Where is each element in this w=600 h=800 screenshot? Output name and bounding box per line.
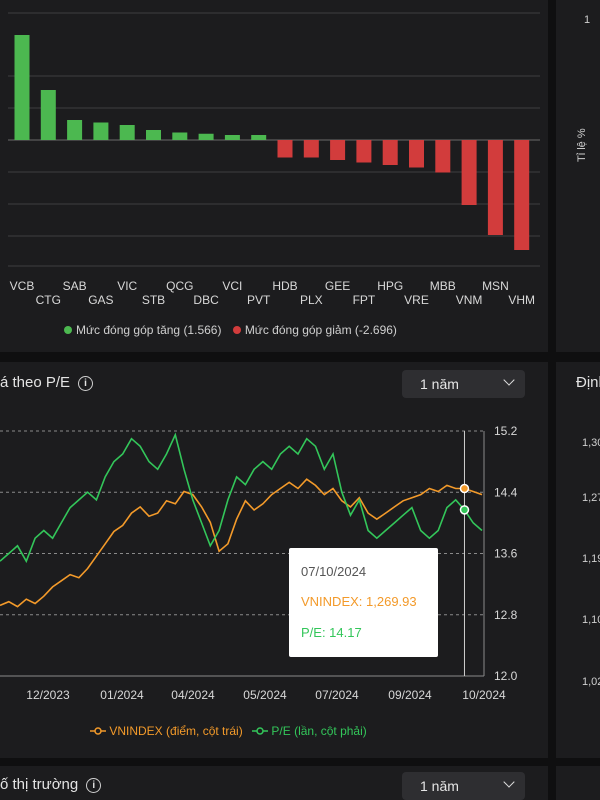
tooltip-vnindex: VNINDEX: 1,269.93 [301, 594, 417, 609]
legend-vnindex-label: VNINDEX (điểm, cột trái) [109, 723, 243, 738]
chart-tooltip: 07/10/2024 VNINDEX: 1,269.93 P/E: 14.17 [289, 548, 438, 657]
point-vnindex-highlight [459, 483, 470, 494]
x-tick-label: 07/2024 [315, 688, 359, 702]
right-panel-tick-label: 1,30 [582, 437, 600, 449]
bottom-period-value: 1 năm [420, 778, 459, 794]
bottom-period-dropdown[interactable]: 1 năm [402, 772, 525, 800]
bottom-panel-title-text: ố thị trường [0, 776, 79, 793]
tooltip-date: 07/10/2024 [301, 564, 367, 579]
legend-line-vnindex-icon [90, 727, 106, 735]
pe-legend: VNINDEX (điểm, cột trái) P/E (lần, cột p… [90, 723, 367, 738]
right-panel-tick-label: 1,19 [582, 553, 600, 565]
y2-tick-label: 12.0 [494, 669, 518, 683]
right-panel-tick-label: 1,10 [582, 614, 600, 626]
legend-line-pe-icon [252, 727, 269, 735]
x-tick-label: 10/2024 [462, 688, 506, 702]
bottom-panel-title: ố thị trường i [0, 776, 102, 793]
legend-pe-label: P/E (lần, cột phải) [271, 723, 367, 738]
right-panel-tick-label: 1,02 [582, 676, 600, 688]
info-icon[interactable]: i [86, 777, 102, 793]
point-pe-highlight [459, 505, 470, 515]
y2-tick-label: 12.8 [494, 608, 518, 622]
x-tick-label: 01/2024 [100, 688, 144, 702]
x-tick-label: 04/2024 [171, 688, 215, 702]
pe-line-chart: 15.2 14.4 13.6 12.8 12.0 12/2023 01/2024 04/202… [0, 424, 518, 702]
right-panel-tick-label: 1,27 [582, 492, 600, 504]
x-tick-label: 05/2024 [243, 688, 287, 702]
right-panel-title: Định [576, 374, 600, 391]
tooltip-pe: P/E: 14.17 [301, 625, 362, 640]
pe-chart-axis-labels: 15.2 14.4 13.6 12.8 12.0 12/2023 01/2024 04/202… [26, 424, 517, 702]
chevron-down-icon [503, 776, 515, 788]
y2-tick-label: 15.2 [494, 424, 518, 438]
y2-tick-label: 14.4 [494, 485, 518, 499]
y2-tick-label: 13.6 [494, 547, 518, 561]
x-tick-label: 12/2023 [26, 688, 70, 702]
x-tick-label: 09/2024 [388, 688, 432, 702]
